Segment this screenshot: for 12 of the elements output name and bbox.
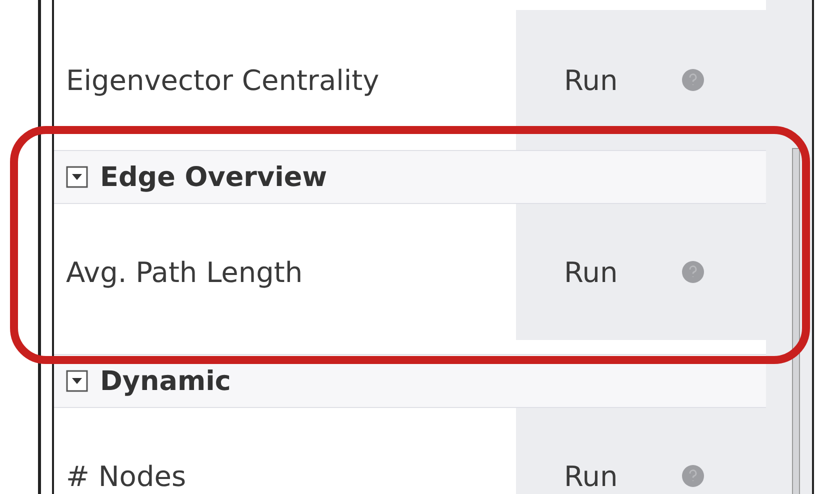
statistic-name: Eigenvector Centrality xyxy=(65,64,380,96)
run-button[interactable]: Run xyxy=(558,252,624,292)
collapse-icon[interactable] xyxy=(66,370,88,392)
run-button[interactable]: Run xyxy=(558,456,624,494)
collapse-icon[interactable] xyxy=(66,166,88,188)
statistic-name: # Nodes xyxy=(65,460,188,492)
section-title: Dynamic xyxy=(100,366,231,396)
statistic-name: Avg. Path Length xyxy=(65,256,304,288)
run-button[interactable]: Run xyxy=(558,60,624,100)
section-title: Edge Overview xyxy=(100,162,328,192)
scrollbar[interactable] xyxy=(766,0,812,494)
section-header[interactable]: Edge Overview xyxy=(54,150,766,204)
